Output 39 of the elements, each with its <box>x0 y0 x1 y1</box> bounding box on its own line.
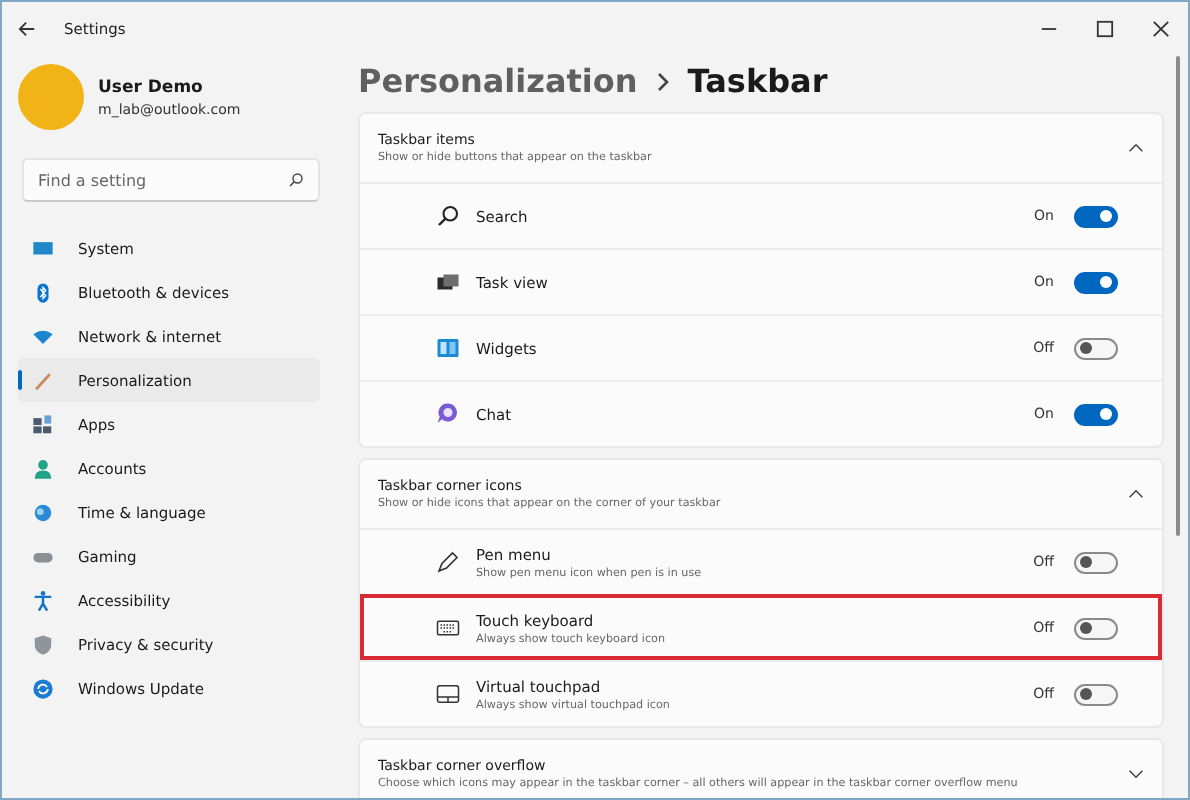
brush-icon <box>32 369 54 391</box>
apps-icon <box>32 413 54 435</box>
pen-icon <box>436 550 460 574</box>
task-view-icon <box>436 270 460 294</box>
person-icon <box>32 457 54 479</box>
toggle-switch[interactable] <box>1074 403 1118 425</box>
chevron-up-icon[interactable] <box>1128 140 1144 156</box>
close-icon <box>1151 20 1169 38</box>
monitor-icon <box>32 237 54 259</box>
user-name: User Demo <box>98 77 205 97</box>
chevron-down-icon[interactable] <box>1128 766 1144 782</box>
selection-indicator <box>18 370 22 390</box>
accessibility-icon <box>32 589 54 611</box>
toggle-switch[interactable] <box>1074 271 1118 293</box>
toggle-switch[interactable] <box>1074 337 1118 359</box>
back-arrow-icon[interactable] <box>18 20 36 38</box>
search-box[interactable]: Find a setting <box>22 158 320 202</box>
widgets-icon <box>436 336 460 360</box>
toggle-switch[interactable] <box>1074 683 1118 705</box>
avatar <box>18 64 84 130</box>
chevron-up-icon[interactable] <box>1128 486 1144 502</box>
toggle-switch[interactable] <box>1074 551 1118 573</box>
wifi-icon <box>32 325 54 347</box>
touchpad-icon <box>436 682 460 706</box>
search-icon <box>436 204 460 228</box>
scrollbar-thumb[interactable] <box>1176 56 1180 536</box>
search-field[interactable]: Find a setting <box>38 171 288 189</box>
toggle-switch[interactable] <box>1074 617 1118 639</box>
breadcrumb-link[interactable]: Personalization <box>358 62 638 100</box>
search-icon <box>288 172 304 188</box>
keyboard-icon <box>436 616 460 640</box>
bluetooth-icon <box>32 281 54 303</box>
toggle-switch[interactable] <box>1074 205 1118 227</box>
chevron-right-icon <box>655 71 670 91</box>
maximize-icon <box>1095 20 1113 38</box>
chat-icon <box>436 402 460 426</box>
shield-icon <box>32 633 54 655</box>
page-title: Taskbar <box>687 62 828 100</box>
update-icon <box>32 677 54 699</box>
